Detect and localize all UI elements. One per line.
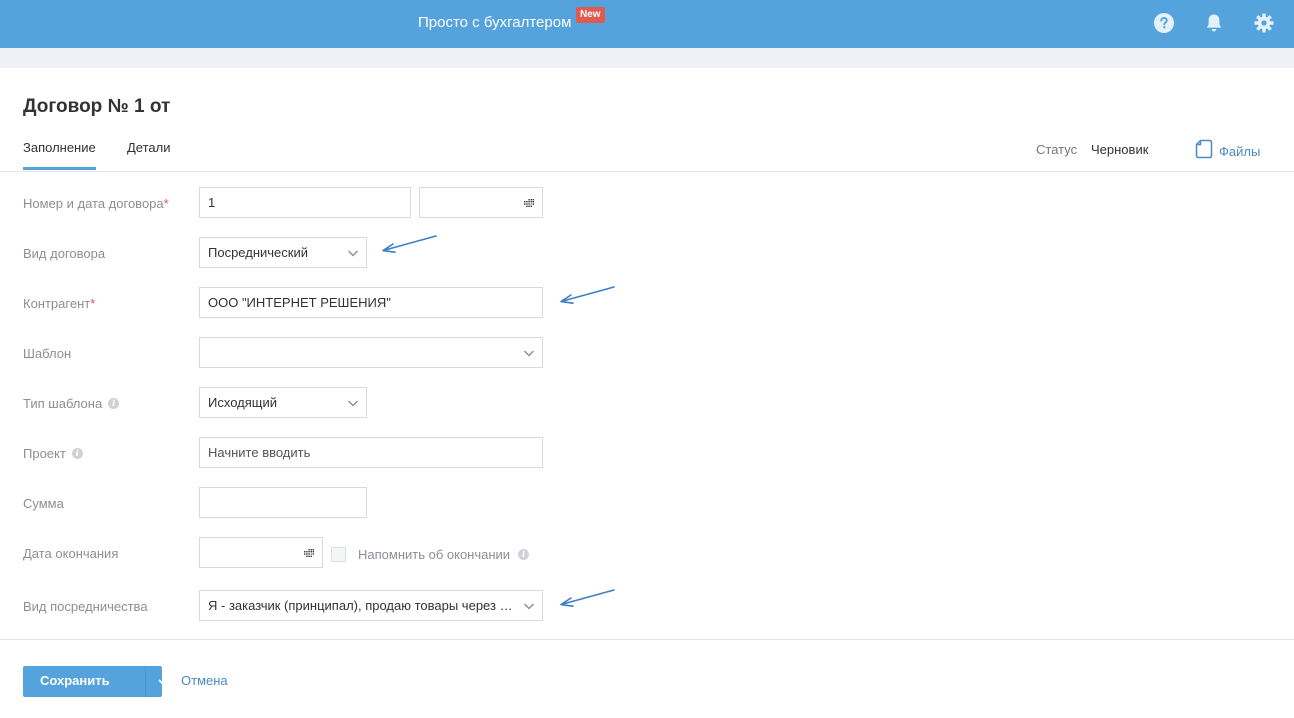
end-date-input[interactable] [199,537,323,568]
info-icon[interactable]: i [518,549,530,560]
bell-icon[interactable] [1203,12,1225,34]
save-button-separator [145,666,146,697]
top-bar: Просто с бухгалтером New [0,0,1294,48]
top-spacer [0,48,1294,68]
contract-type-label: Вид договора [23,246,106,261]
info-icon[interactable]: i [108,398,120,409]
template-label: Шаблон [23,346,72,361]
contract-number-input[interactable]: 1 [199,187,411,218]
end-date-label: Дата окончания [23,546,119,561]
counterparty-label: Контрагент* [23,296,96,311]
save-button[interactable]: Сохранить [23,666,170,697]
chevron-down-icon[interactable] [157,675,171,689]
calendar-icon [304,549,314,557]
counterparty-input[interactable]: ООО "ИНТЕРНЕТ РЕШЕНИЯ" [199,287,543,318]
chevron-down-icon [524,350,534,357]
promo-link[interactable]: Просто с бухгалтером [418,14,571,32]
cancel-button[interactable]: Отмена [181,673,228,688]
files-link-label: Файлы [1219,143,1261,159]
amount-label: Сумма [23,496,64,511]
project-label: Проект i [23,446,83,461]
footer-divider [0,639,1294,640]
active-tab-indicator [23,167,96,170]
help-icon[interactable] [1153,12,1175,34]
annotation-arrow-icon [560,286,615,304]
chevron-down-icon [348,250,358,257]
info-icon[interactable]: i [71,448,83,459]
chevron-down-icon [348,400,358,407]
new-badge: New [576,7,605,23]
template-type-select[interactable]: Исходящий [199,387,367,418]
header-divider [0,171,1294,172]
status-label: Статус [1036,142,1078,157]
annotation-arrow-icon [560,589,615,607]
annotation-arrow-icon [382,235,437,253]
status-value: Черновик [1091,142,1149,157]
contract-date-input[interactable] [419,187,543,218]
files-link[interactable]: Файлы [1195,139,1261,164]
mediation-type-label: Вид посредничества [23,599,148,614]
remind-checkbox[interactable] [331,547,346,562]
chevron-down-icon [524,603,534,610]
contract-number-label: Номер и дата договора* [23,196,169,211]
project-input[interactable]: Начните вводить [199,437,543,468]
template-type-label: Тип шаблона i [23,396,120,411]
calendar-icon [524,199,534,207]
tab-filling[interactable]: Заполнение [23,140,96,155]
contract-type-select[interactable]: Посреднический [199,237,367,268]
mediation-type-select[interactable]: Я - заказчик (принципал), продаю товары … [199,590,543,621]
file-icon [1195,139,1213,164]
template-select[interactable] [199,337,543,368]
page-title: Договор № 1 от [23,96,171,117]
amount-input[interactable] [199,487,367,518]
remind-label: Напомнить об окончании i [358,547,530,562]
gear-icon[interactable] [1253,12,1275,34]
save-button-label: Сохранить [40,673,110,688]
tab-details[interactable]: Детали [127,140,171,155]
